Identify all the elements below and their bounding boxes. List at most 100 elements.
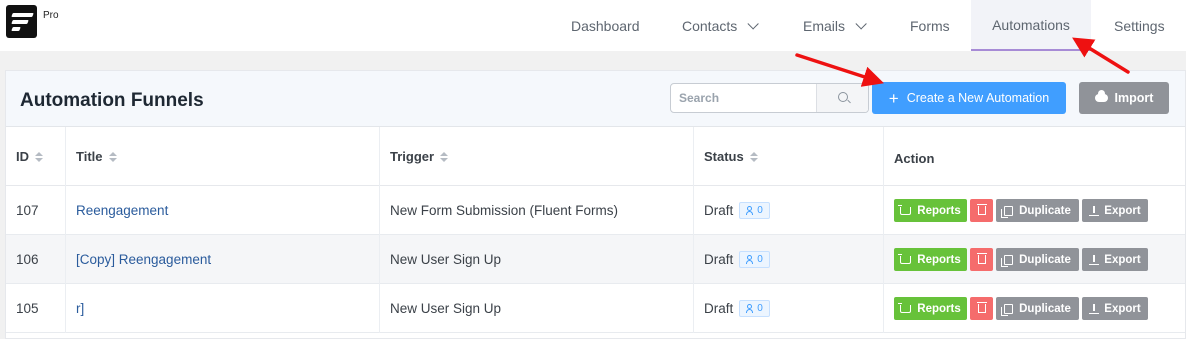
cell-status: Draft 0 [694,284,884,333]
panel-header: Automation Funnels + Create a New Automa… [6,71,1185,127]
cart-icon [898,204,912,215]
table-row: 107 Reengagement New Form Submission (Fl… [6,186,1185,235]
copy-icon [1001,303,1014,316]
column-trigger-label: Trigger [390,149,435,164]
cart-icon [898,302,912,313]
reports-button[interactable]: Reports [894,297,967,320]
cloud-upload-icon [1094,90,1108,102]
column-status[interactable]: Status [694,127,884,186]
nav-forms-label: Forms [910,17,950,34]
fluentcrm-logo[interactable] [6,5,37,38]
chevron-down-icon [855,17,867,30]
copy-icon [1001,205,1014,218]
nav-automations-label: Automations [992,16,1070,33]
search-box [670,83,869,113]
cell-title: [Copy] Reengagement [66,235,380,284]
cell-id: 106 [6,235,66,284]
user-icon [746,206,754,215]
duplicate-label: Duplicate [1019,253,1071,266]
reports-label: Reports [917,302,961,315]
column-status-label: Status [704,149,744,164]
column-trigger[interactable]: Trigger [380,127,694,186]
column-id-label: ID [16,149,29,164]
cell-status: Draft 0 [694,186,884,235]
duplicate-button[interactable]: Duplicate [996,297,1079,320]
nav-dashboard-label: Dashboard [571,17,640,34]
cell-actions: Reports Duplicate Export [884,284,1185,333]
sort-icon[interactable] [440,151,449,162]
nav-settings[interactable]: Settings [1114,0,1165,51]
status-text: Draft [704,203,734,218]
page-title: Automation Funnels [20,90,204,111]
import-label: Import [1114,91,1154,105]
copy-icon [1001,254,1014,267]
trash-icon [976,253,987,264]
delete-button[interactable] [970,297,993,320]
delete-button[interactable] [970,248,993,271]
cart-icon [898,253,912,264]
cell-id: 107 [6,186,66,235]
table-row: 106 [Copy] Reengagement New User Sign Up… [6,235,1185,284]
search-input[interactable] [671,84,816,112]
reports-button[interactable]: Reports [894,199,967,222]
duplicate-label: Duplicate [1019,204,1071,217]
export-button[interactable]: Export [1082,297,1148,320]
pro-badge: Pro [43,10,59,21]
sort-icon[interactable] [108,151,117,162]
create-automation-button[interactable]: + Create a New Automation [872,82,1066,114]
funnel-title-link[interactable]: r] [76,301,84,316]
column-action-label: Action [894,151,935,166]
sort-icon[interactable] [749,151,758,162]
import-button[interactable]: Import [1079,82,1169,114]
trash-icon [976,302,987,313]
funnel-title-link[interactable]: Reengagement [76,203,168,218]
subscriber-count: 0 [757,303,763,314]
subscriber-count: 0 [757,254,763,265]
sort-icon[interactable] [35,151,43,162]
search-button[interactable] [816,84,868,112]
automation-funnels-panel: Automation Funnels + Create a New Automa… [5,70,1186,339]
user-icon [746,304,754,313]
cell-actions: Reports Duplicate Export [884,235,1185,284]
duplicate-button[interactable]: Duplicate [996,248,1079,271]
funnel-title-link[interactable]: [Copy] Reengagement [76,252,211,267]
status-text: Draft [704,252,734,267]
cell-title: r] [66,284,380,333]
reports-label: Reports [917,253,961,266]
top-navigation: Pro Dashboard Contacts Emails Forms Auto… [0,0,1186,51]
duplicate-button[interactable]: Duplicate [996,199,1079,222]
export-button[interactable]: Export [1082,199,1148,222]
delete-button[interactable] [970,199,993,222]
nav-settings-label: Settings [1114,17,1165,34]
reports-button[interactable]: Reports [894,248,967,271]
nav-automations[interactable]: Automations [971,0,1091,51]
subscriber-count-badge: 0 [739,202,770,219]
export-label: Export [1104,302,1141,315]
reports-label: Reports [917,204,961,217]
download-icon [1089,205,1100,216]
download-icon [1089,254,1100,265]
cell-trigger: New User Sign Up [380,235,694,284]
cell-id: 105 [6,284,66,333]
cell-trigger: New Form Submission (Fluent Forms) [380,186,694,235]
cell-actions: Reports Duplicate Export [884,186,1185,235]
column-title-label: Title [76,149,103,164]
nav-contacts-label: Contacts [682,17,738,34]
column-title[interactable]: Title [66,127,380,186]
user-icon [746,255,754,264]
column-id[interactable]: ID [6,127,66,186]
nav-dashboard[interactable]: Dashboard [571,0,640,51]
nav-emails-label: Emails [803,17,846,34]
cell-trigger: New User Sign Up [380,284,694,333]
duplicate-label: Duplicate [1019,302,1071,315]
nav-emails[interactable]: Emails [803,0,867,51]
subscriber-count-badge: 0 [739,251,770,268]
export-label: Export [1104,204,1141,217]
cell-status: Draft 0 [694,235,884,284]
status-text: Draft [704,301,734,316]
export-button[interactable]: Export [1082,248,1148,271]
nav-contacts[interactable]: Contacts [682,0,760,51]
download-icon [1089,303,1100,314]
export-label: Export [1104,253,1141,266]
nav-forms[interactable]: Forms [910,0,950,51]
